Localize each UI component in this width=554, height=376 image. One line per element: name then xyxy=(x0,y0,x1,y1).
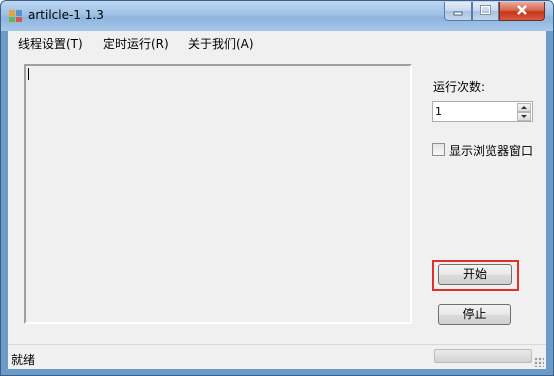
minimize-button[interactable] xyxy=(444,2,472,21)
window-title: artilcle-1 1.3 xyxy=(28,8,104,22)
close-icon xyxy=(517,5,527,15)
close-button[interactable] xyxy=(499,2,545,21)
stepper-down-button[interactable] xyxy=(517,112,531,121)
run-count-value[interactable]: 1 xyxy=(435,105,442,118)
stop-button[interactable]: 停止 xyxy=(438,304,511,325)
show-browser-label[interactable]: 显示浏览器窗口 xyxy=(449,142,533,159)
run-count-label: 运行次数: xyxy=(433,80,486,94)
start-button[interactable]: 开始 xyxy=(438,264,512,285)
status-bar: 就绪 xyxy=(8,344,546,369)
run-count-stepper[interactable]: 1 xyxy=(432,101,533,122)
maximize-icon xyxy=(480,5,491,15)
maximize-button[interactable] xyxy=(472,2,499,21)
resize-grip-icon[interactable] xyxy=(534,357,544,367)
app-window: artilcle-1 1.3 线程设置(T) 定时运行(R) 关于我们(A) 运… xyxy=(0,0,554,376)
menu-bar: 线程设置(T) 定时运行(R) 关于我们(A) xyxy=(8,31,546,53)
text-caret xyxy=(28,68,29,80)
title-bar[interactable]: artilcle-1 1.3 xyxy=(1,1,553,31)
client-area: 线程设置(T) 定时运行(R) 关于我们(A) 运行次数: 1 显示浏览器窗口 … xyxy=(8,31,546,369)
arrow-up-icon xyxy=(521,106,527,109)
progress-bar xyxy=(434,349,532,363)
menu-scheduled-run[interactable]: 定时运行(R) xyxy=(103,35,169,52)
menu-thread-settings[interactable]: 线程设置(T) xyxy=(18,35,83,52)
minimize-icon xyxy=(453,11,463,16)
log-textarea[interactable] xyxy=(24,64,412,324)
stepper-up-button[interactable] xyxy=(517,103,531,112)
app-icon xyxy=(9,10,22,22)
arrow-down-icon xyxy=(521,115,527,118)
show-browser-checkbox[interactable] xyxy=(432,143,445,156)
menu-about-us[interactable]: 关于我们(A) xyxy=(188,35,254,52)
status-text: 就绪 xyxy=(11,353,36,367)
